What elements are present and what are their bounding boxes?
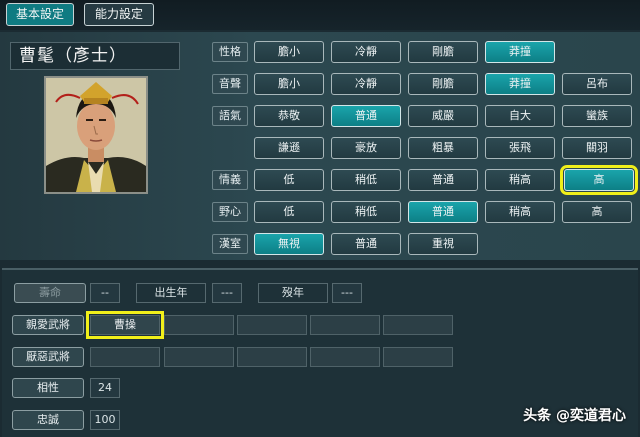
option-ambition-2-selected[interactable]: 普通 <box>408 201 478 223</box>
option-loyalty-sense-0[interactable]: 低 <box>254 169 324 191</box>
option-voice-3-selected[interactable]: 莽撞 <box>485 73 555 95</box>
option-han-2[interactable]: 重視 <box>408 233 478 255</box>
loyalty-button[interactable]: 忠誠 <box>12 410 84 430</box>
option-tone-3[interactable]: 自大 <box>485 105 555 127</box>
option-loyalty-sense-1[interactable]: 稍低 <box>331 169 401 191</box>
liked-officer-slot-4[interactable] <box>310 315 380 335</box>
disliked-officer-slot-2[interactable] <box>164 347 234 367</box>
liked-officers-button[interactable]: 親愛武將 <box>12 315 84 335</box>
option-loyalty-sense-3[interactable]: 稍高 <box>485 169 555 191</box>
option-ambition-0[interactable]: 低 <box>254 201 324 223</box>
watermark: 头条 @奕道君心 <box>523 408 626 424</box>
option-loyalty-sense-4-selected[interactable]: 高 <box>560 165 638 195</box>
lifespan-value: -- <box>90 283 120 303</box>
option-voice-0[interactable]: 膽小 <box>254 73 324 95</box>
tab-ability-settings[interactable]: 能力設定 <box>84 3 154 26</box>
label-voice: 音聲 <box>212 74 248 94</box>
death-year-value: --- <box>332 283 362 303</box>
option-personality-0[interactable]: 膽小 <box>254 41 324 63</box>
loyalty-value: 100 <box>90 410 120 430</box>
compatibility-value: 24 <box>90 378 120 398</box>
compatibility-button[interactable]: 相性 <box>12 378 84 398</box>
liked-officer-slot-5[interactable] <box>383 315 453 335</box>
label-loyalty-sense: 情義 <box>212 170 248 190</box>
option-tone-2[interactable]: 威嚴 <box>408 105 478 127</box>
option-tone-0[interactable]: 恭敬 <box>254 105 324 127</box>
option-tone-5[interactable]: 謙遜 <box>254 137 324 159</box>
label-personality: 性格 <box>212 42 248 62</box>
option-tone-1-selected[interactable]: 普通 <box>331 105 401 127</box>
officer-portrait <box>44 76 148 194</box>
option-ambition-3[interactable]: 稍高 <box>485 201 555 223</box>
tab-basic-settings[interactable]: 基本設定 <box>6 3 74 26</box>
option-voice-2[interactable]: 剛膽 <box>408 73 478 95</box>
liked-officer-slot-1[interactable]: 曹操 <box>86 311 164 339</box>
option-voice-4[interactable]: 呂布 <box>562 73 632 95</box>
option-personality-3-selected[interactable]: 莽撞 <box>485 41 555 63</box>
liked-officer-slot-3[interactable] <box>237 315 307 335</box>
label-han-dynasty: 漢室 <box>212 234 248 254</box>
birth-year-value: --- <box>212 283 242 303</box>
officer-name: 曹髦（彥士） <box>10 42 180 70</box>
disliked-officer-slot-4[interactable] <box>310 347 380 367</box>
option-tone-9[interactable]: 關羽 <box>562 137 632 159</box>
death-year-label: 歿年 <box>258 283 328 303</box>
option-ambition-1[interactable]: 稍低 <box>331 201 401 223</box>
option-personality-2[interactable]: 剛膽 <box>408 41 478 63</box>
option-tone-8[interactable]: 張飛 <box>485 137 555 159</box>
option-ambition-4[interactable]: 高 <box>562 201 632 223</box>
option-voice-1[interactable]: 冷靜 <box>331 73 401 95</box>
top-tab-bar: 基本設定 能力設定 <box>0 0 640 30</box>
birth-year-label: 出生年 <box>136 283 206 303</box>
option-personality-1[interactable]: 冷靜 <box>331 41 401 63</box>
option-loyalty-sense-2[interactable]: 普通 <box>408 169 478 191</box>
liked-officer-slot-2[interactable] <box>164 315 234 335</box>
option-tone-6[interactable]: 豪放 <box>331 137 401 159</box>
label-tone: 語氣 <box>212 106 248 126</box>
disliked-officers-button[interactable]: 厭惡武將 <box>12 347 84 367</box>
disliked-officer-slot-1[interactable] <box>90 347 160 367</box>
option-tone-4[interactable]: 蠻族 <box>562 105 632 127</box>
option-han-1[interactable]: 普通 <box>331 233 401 255</box>
disliked-officer-slot-3[interactable] <box>237 347 307 367</box>
option-han-0-selected[interactable]: 無視 <box>254 233 324 255</box>
lifespan-button[interactable]: 壽命 <box>14 283 86 303</box>
option-tone-7[interactable]: 粗暴 <box>408 137 478 159</box>
disliked-officer-slot-5[interactable] <box>383 347 453 367</box>
label-ambition: 野心 <box>212 202 248 222</box>
